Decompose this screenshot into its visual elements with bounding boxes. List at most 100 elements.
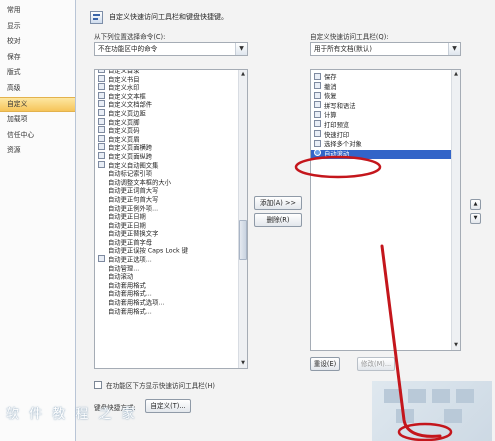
blank-icon (98, 264, 105, 271)
list-item[interactable]: 计算 (311, 110, 460, 121)
chevron-down-icon[interactable]: ▼ (448, 43, 460, 55)
list-item[interactable]: 自定义水印▶ (95, 83, 247, 93)
list-item-label: 自动更正词首大写 (108, 187, 159, 195)
choose-commands-dropdown[interactable]: 不在功能区中的命令 ▼ (94, 42, 248, 56)
list-item[interactable]: 自动套用格式 (95, 282, 247, 291)
nav-item-6[interactable]: 自定义 (0, 96, 75, 113)
list-item[interactable]: 自定义文档部件▶ (95, 100, 247, 110)
list-item[interactable]: 自动更正日期 (95, 213, 247, 222)
nav-item-4[interactable]: 版式 (0, 65, 75, 81)
blur-patch (456, 389, 474, 403)
list-item[interactable]: 自动更正误按 Caps Lock 键 (95, 247, 247, 256)
list-item[interactable]: 撤消▶ (311, 82, 460, 93)
scroll-up-icon[interactable]: ▲ (452, 70, 460, 79)
doc-icon (98, 74, 105, 82)
blur-patch (444, 409, 462, 423)
blank-icon (98, 289, 105, 296)
list-item[interactable]: 快速打印 (311, 130, 460, 141)
list-item[interactable]: 自定义页边距▶ (95, 108, 247, 119)
list-item[interactable]: 打印预览 (311, 120, 460, 131)
show-qat-below-checkbox[interactable] (94, 381, 102, 389)
list-item[interactable]: 自动更正例外项... (95, 205, 247, 214)
list-item[interactable]: 自定义页眉▶ (95, 134, 247, 145)
nav-item-9[interactable]: 资源 (0, 143, 75, 159)
nav-item-3[interactable]: 保存 (0, 50, 75, 66)
list-item[interactable]: 自定义页面纵跨▶ (95, 151, 247, 162)
list-item[interactable]: 自定义文本框▶ (95, 91, 247, 102)
modify-button[interactable]: 修改(M)... (357, 357, 395, 371)
list-item[interactable]: 选择多个对象 (311, 139, 460, 150)
move-up-button[interactable]: ▲ (470, 199, 481, 210)
list-item[interactable]: 自动调整文本框的大小 (95, 179, 247, 188)
undo-icon (314, 82, 321, 90)
list-item-label: 自动更正句首大写 (108, 196, 159, 204)
list-item-label: 自定义页面纵跨 (108, 153, 153, 161)
qat-commands-list[interactable]: 保存撤消▶恢复拼写和语法计算打印预览快速打印选择多个对象自动滚动 ▲ ▼ (310, 69, 461, 351)
blank-icon (98, 272, 105, 279)
list-item-label: 自动更正日期 (108, 222, 146, 230)
commands-scrollbar[interactable]: ▲ ▼ (238, 70, 247, 368)
nav-item-1[interactable]: 显示 (0, 19, 75, 35)
qat-scrollbar[interactable]: ▲ ▼ (451, 70, 460, 350)
list-item[interactable]: 自动套用格式... (95, 308, 247, 317)
list-item[interactable]: 自动更正选项... (95, 255, 247, 265)
show-qat-below-label: 在功能区下方显示快速访问工具栏(H) (106, 382, 216, 390)
reset-button[interactable]: 重设(E) (310, 357, 340, 371)
list-item[interactable]: 自定义目录▶ (95, 70, 247, 76)
nav-item-5[interactable]: 高级 (0, 81, 75, 97)
show-qat-below-option[interactable]: 在功能区下方显示快速访问工具栏(H) (94, 380, 215, 390)
remove-button[interactable]: 删除(R) (254, 213, 302, 227)
doc-icon (98, 83, 105, 91)
list-item[interactable]: 自定义页码▶ (95, 126, 247, 136)
list-item[interactable]: 自动更正日期 (95, 222, 247, 231)
list-item-label: 自定义页眉 (108, 136, 140, 144)
list-item-label: 自动套用格式选项... (108, 299, 165, 307)
list-item-label: 自动标记索引项 (108, 170, 153, 178)
list-item[interactable]: 恢复 (311, 91, 460, 102)
list-item[interactable]: 自动标记索引项 (95, 170, 247, 179)
list-item[interactable]: 自动管理... (95, 265, 247, 274)
list-item-label: 自定义书目 (108, 76, 140, 84)
list-item[interactable]: 自定义页面横跨▶ (95, 143, 247, 153)
nav-item-8[interactable]: 信任中心 (0, 128, 75, 144)
choose-commands-label: 从下列位置选择命令(C): (94, 33, 166, 41)
blank-icon (98, 195, 105, 202)
page-title: 自定义快速访问工具栏和键盘快捷键。 (109, 13, 228, 21)
nav-item-0[interactable]: 常用 (0, 3, 75, 19)
list-item-label: 撤消 (324, 83, 337, 91)
list-item[interactable]: 自动更正替换文字 (95, 230, 247, 239)
blur-patch (396, 409, 414, 423)
list-item[interactable]: 自动更正句首大写 (95, 196, 247, 205)
list-item[interactable]: 自动滚动 (311, 149, 460, 160)
list-item[interactable]: 拼写和语法 (311, 101, 460, 112)
customize-keyboard-button[interactable]: 自定义(T)... (145, 399, 191, 413)
chevron-down-icon[interactable]: ▼ (235, 43, 247, 55)
list-item[interactable]: 自动套用格式... (95, 290, 247, 299)
qat-scope-dropdown[interactable]: 用于所有文档(默认) ▼ (310, 42, 461, 56)
list-item[interactable]: 自定义自动图文集▶ (95, 160, 247, 171)
list-item[interactable]: 自动更正首字母 (95, 239, 247, 248)
list-item[interactable]: 自定义书目▶ (95, 74, 247, 85)
list-item[interactable]: 自动滚动 (95, 273, 247, 282)
doc-icon (98, 100, 105, 108)
autoscroll-icon (314, 149, 321, 157)
add-button[interactable]: 添加(A) >> (254, 196, 302, 210)
list-item[interactable]: 保存 (311, 72, 460, 83)
list-item-label: 自动套用格式... (108, 290, 152, 298)
scroll-down-icon[interactable]: ▼ (452, 341, 460, 350)
move-down-button[interactable]: ▼ (470, 213, 481, 224)
blank-icon (98, 281, 105, 288)
scroll-down-icon[interactable]: ▼ (239, 359, 247, 368)
blank-icon (98, 221, 105, 228)
scroll-thumb[interactable] (239, 220, 247, 260)
available-commands-list[interactable]: 自定义目录▶自定义书目▶自定义水印▶自定义文本框▶自定义文档部件▶自定义页边距▶… (94, 69, 248, 369)
list-item-label: 自定义水印 (108, 84, 140, 92)
scroll-up-icon[interactable]: ▲ (239, 70, 247, 79)
nav-item-2[interactable]: 校对 (0, 34, 75, 50)
list-item[interactable]: 自动更正词首大写 (95, 187, 247, 196)
nav-item-7[interactable]: 加载项 (0, 112, 75, 128)
list-item[interactable]: 自动套用格式选项... (95, 299, 247, 308)
doc-icon (98, 117, 105, 125)
print-preview-icon (314, 120, 321, 128)
list-item[interactable]: 自定义页脚▶ (95, 117, 247, 128)
